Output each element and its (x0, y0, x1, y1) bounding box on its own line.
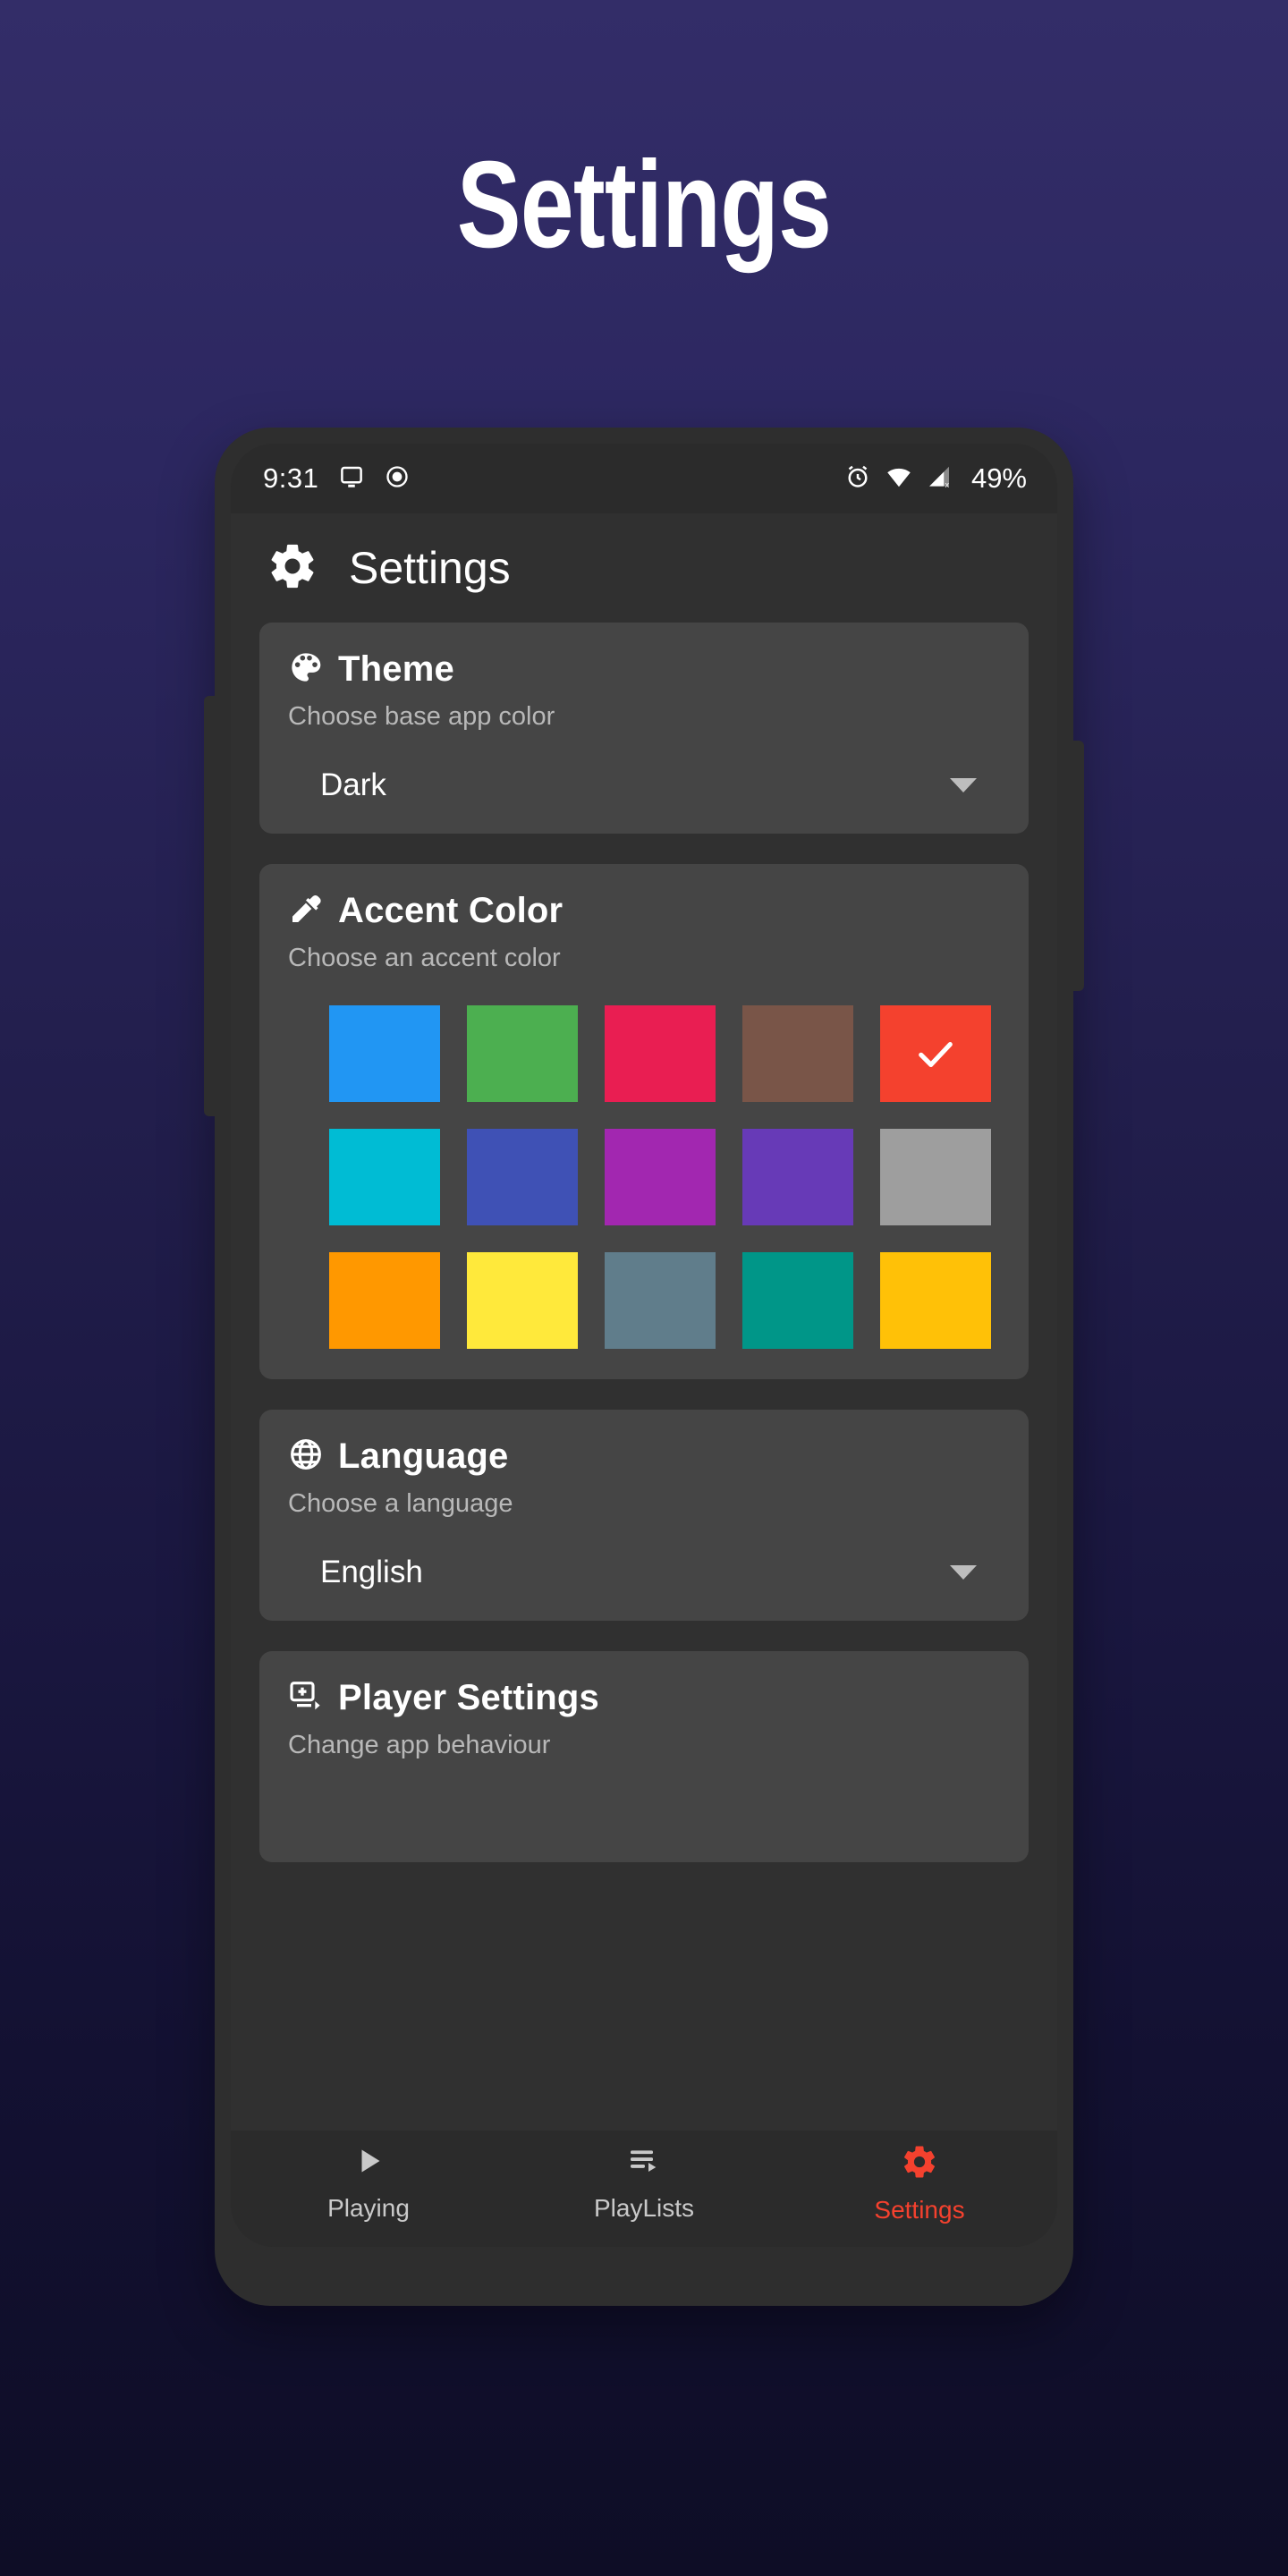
accent-title: Accent Color (338, 891, 564, 930)
nav-label-settings: Settings (874, 2196, 965, 2224)
accent-swatch-deep-purple[interactable] (742, 1129, 853, 1225)
player-extra-label (320, 1796, 329, 1832)
playlist-icon (626, 2143, 662, 2183)
accent-swatch-teal[interactable] (742, 1252, 853, 1349)
nav-item-settings[interactable]: Settings (821, 2143, 1018, 2224)
player-extra-row[interactable] (288, 1796, 1000, 1832)
accent-color-card[interactable]: Accent Color Choose an accent color (259, 864, 1029, 1379)
accent-swatch-grey[interactable] (880, 1129, 991, 1225)
globe-icon (288, 1436, 324, 1477)
theme-title: Theme (338, 649, 454, 689)
svg-text:x: x (945, 479, 950, 488)
accent-swatch-grid[interactable] (288, 1005, 1000, 1349)
accent-swatch-blue-grey[interactable] (605, 1252, 716, 1349)
bottom-nav[interactable]: Playing PlayLists Settings (231, 2131, 1057, 2247)
language-selected-value: English (320, 1555, 423, 1589)
theme-card[interactable]: Theme Choose base app color Dark (259, 623, 1029, 834)
theme-subtitle: Choose base app color (288, 702, 555, 731)
accent-swatch-amber[interactable] (880, 1252, 991, 1349)
nav-label-playlists: PlayLists (593, 2194, 695, 2222)
play-icon (351, 2143, 386, 2183)
theme-selected-value: Dark (320, 767, 386, 802)
wifi-icon (886, 463, 912, 495)
accent-swatch-orange[interactable] (329, 1252, 440, 1349)
chevron-down-icon (950, 778, 977, 792)
language-dropdown[interactable]: English (288, 1555, 1000, 1590)
accent-swatch-indigo[interactable] (467, 1129, 578, 1225)
alarm-icon (844, 463, 871, 495)
theme-dropdown[interactable]: Dark (288, 767, 1000, 803)
accent-swatch-blue[interactable] (329, 1005, 440, 1102)
player-settings-card[interactable]: Player Settings Change app behaviour (259, 1651, 1029, 1862)
add-to-queue-icon (288, 1678, 324, 1718)
player-title: Player Settings (338, 1678, 600, 1717)
gear-icon (267, 540, 318, 597)
language-title: Language (338, 1436, 509, 1476)
check-icon (919, 1042, 953, 1067)
palette-icon (288, 649, 324, 690)
record-dot-icon (385, 464, 410, 494)
accent-swatch-pink[interactable] (605, 1005, 716, 1102)
page-title: Settings (456, 136, 832, 274)
accent-swatch-green[interactable] (467, 1005, 578, 1102)
eyedropper-icon (288, 891, 324, 931)
accent-swatch-cyan[interactable] (329, 1129, 440, 1225)
chevron-down-icon (950, 1565, 977, 1580)
nav-item-playing[interactable]: Playing (270, 2143, 467, 2223)
power-button[interactable] (1072, 741, 1084, 991)
accent-swatch-red[interactable] (880, 1005, 991, 1102)
language-subtitle: Choose a language (288, 1489, 513, 1518)
accent-swatch-purple[interactable] (605, 1129, 716, 1225)
status-bar: 9:31 x 49% (231, 444, 1057, 513)
player-subtitle: Change app behaviour (288, 1731, 551, 1759)
nav-label-playing: Playing (327, 2194, 410, 2222)
accent-swatch-yellow[interactable] (467, 1252, 578, 1349)
battery-percent: 49% (970, 462, 1027, 494)
cast-icon (338, 463, 365, 495)
app-bar: Settings (231, 513, 1057, 623)
accent-swatch-brown[interactable] (742, 1005, 853, 1102)
gear-icon (901, 2143, 938, 2185)
accent-subtitle: Choose an accent color (288, 944, 561, 972)
phone-screen: 9:31 x 49% Settings Theme Choose base ap… (231, 444, 1057, 2247)
nav-item-playlists[interactable]: PlayLists (546, 2143, 742, 2223)
phone-frame: 9:31 x 49% Settings Theme Choose base ap… (204, 428, 1084, 2306)
settings-list[interactable]: Theme Choose base app color Dark Accent (231, 623, 1057, 2131)
app-bar-title: Settings (349, 543, 511, 593)
language-card[interactable]: Language Choose a language English (259, 1410, 1029, 1621)
volume-button[interactable] (204, 696, 216, 1116)
cellular-signal-off-icon: x (927, 463, 953, 495)
status-clock: 9:31 (263, 462, 319, 494)
